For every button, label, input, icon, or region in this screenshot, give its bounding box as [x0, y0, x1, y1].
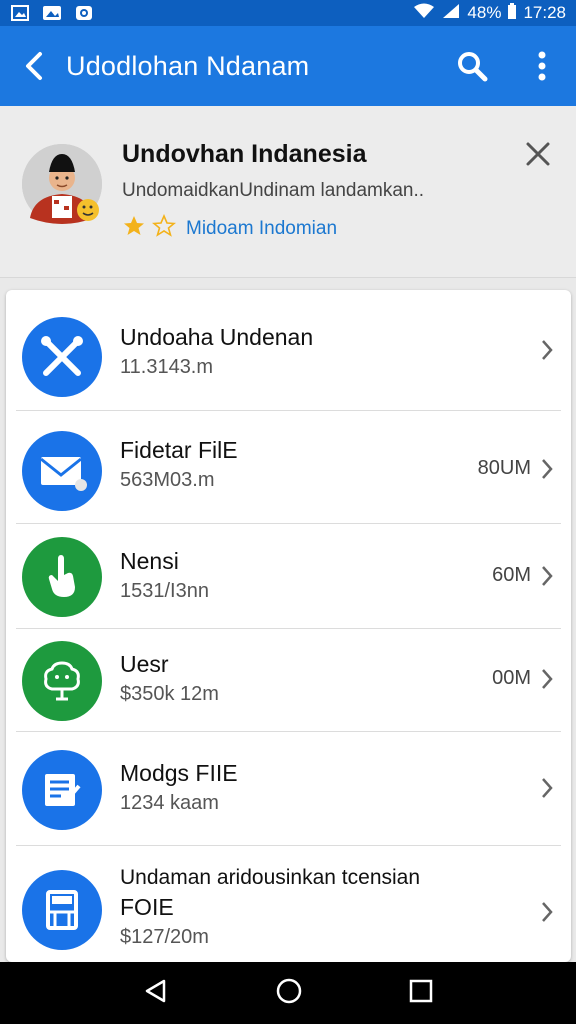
- list-item[interactable]: Undoaha Undenan 11.3143.m: [6, 290, 571, 410]
- item-title: Modgs FIIE: [120, 760, 238, 786]
- more-options-icon[interactable]: [524, 48, 560, 84]
- navigation-bar: [0, 962, 576, 1024]
- item-size: 80UM: [477, 457, 531, 479]
- chevron-right-icon: [537, 338, 557, 362]
- image-notification-icon: [10, 4, 30, 22]
- tools-icon: [22, 317, 102, 397]
- list-item[interactable]: Modgs FIIE 1234 kaam: [6, 732, 571, 844]
- profile-name: Undovhan Indanesia: [122, 140, 367, 168]
- camera-notification-icon: [74, 4, 94, 22]
- star-outline-icon: [151, 213, 177, 243]
- profile-subtitle: UndomaidkanUndinam landamkan..: [122, 180, 425, 201]
- list-item[interactable]: Nensi 1531/I3nn 60M: [6, 524, 571, 628]
- item-title: Fidetar FilE: [120, 437, 238, 463]
- home-nav-icon[interactable]: [275, 977, 303, 1010]
- chevron-right-icon: [537, 457, 557, 481]
- list-item[interactable]: Uesr $350k 12m 00M: [6, 629, 571, 731]
- item-title: Uesr: [120, 651, 169, 677]
- item-subtitle: $127/20m: [120, 926, 209, 948]
- clock: 17:28: [523, 3, 566, 22]
- item-subtitle: 1531/I3nn: [120, 580, 209, 602]
- photo-notification-icon: [42, 4, 62, 22]
- profile-card: Undovhan Indanesia UndomaidkanUndinam la…: [0, 106, 576, 278]
- item-size: 60M: [492, 564, 531, 586]
- tree-icon: [22, 641, 102, 721]
- chevron-right-icon: [537, 776, 557, 800]
- battery-icon: [507, 2, 517, 24]
- close-icon[interactable]: [520, 136, 556, 172]
- rating-label[interactable]: Midoam Indomian: [186, 218, 337, 240]
- document-icon: [22, 750, 102, 830]
- app-bar: Udodlohan Ndanam: [0, 26, 576, 106]
- battery-percent: 48%: [467, 3, 502, 22]
- chevron-right-icon: [537, 667, 557, 691]
- chevron-right-icon: [537, 900, 557, 924]
- item-subtitle: 11.3143.m: [120, 356, 214, 378]
- file-list: Undoaha Undenan 11.3143.m Fidetar FilE 5…: [6, 290, 571, 962]
- item-title: Undoaha Undenan: [120, 324, 314, 350]
- wifi-icon: [413, 3, 435, 24]
- mail-icon: [22, 431, 102, 511]
- search-icon[interactable]: [454, 48, 490, 84]
- item-subtitle: $350k 12m: [120, 683, 219, 705]
- item-title-line2: FOIE: [120, 894, 174, 920]
- item-title: Undaman aridousinkan tcensian: [120, 866, 421, 889]
- item-subtitle: 563M03.m: [120, 469, 215, 491]
- item-subtitle: 1234 kaam: [120, 792, 219, 814]
- avatar[interactable]: [22, 144, 102, 224]
- page-title: Udodlohan Ndanam: [66, 50, 310, 81]
- list-item[interactable]: Undaman aridousinkan tcensian FOIE $127/…: [6, 846, 571, 962]
- item-title: Nensi: [120, 548, 179, 574]
- chevron-right-icon: [537, 564, 557, 588]
- status-bar: 48% 17:28: [0, 0, 576, 26]
- profile-rating: Midoam Indomian: [122, 213, 337, 243]
- back-nav-icon[interactable]: [143, 978, 169, 1009]
- hand-icon: [22, 537, 102, 617]
- list-item[interactable]: Fidetar FilE 563M03.m 80UM: [6, 411, 571, 523]
- back-arrow-icon[interactable]: [16, 48, 52, 84]
- item-size: 00M: [492, 667, 531, 689]
- cabinet-icon: [22, 870, 102, 950]
- recents-nav-icon[interactable]: [409, 979, 433, 1008]
- star-filled-icon: [122, 214, 146, 243]
- signal-icon: [441, 3, 461, 24]
